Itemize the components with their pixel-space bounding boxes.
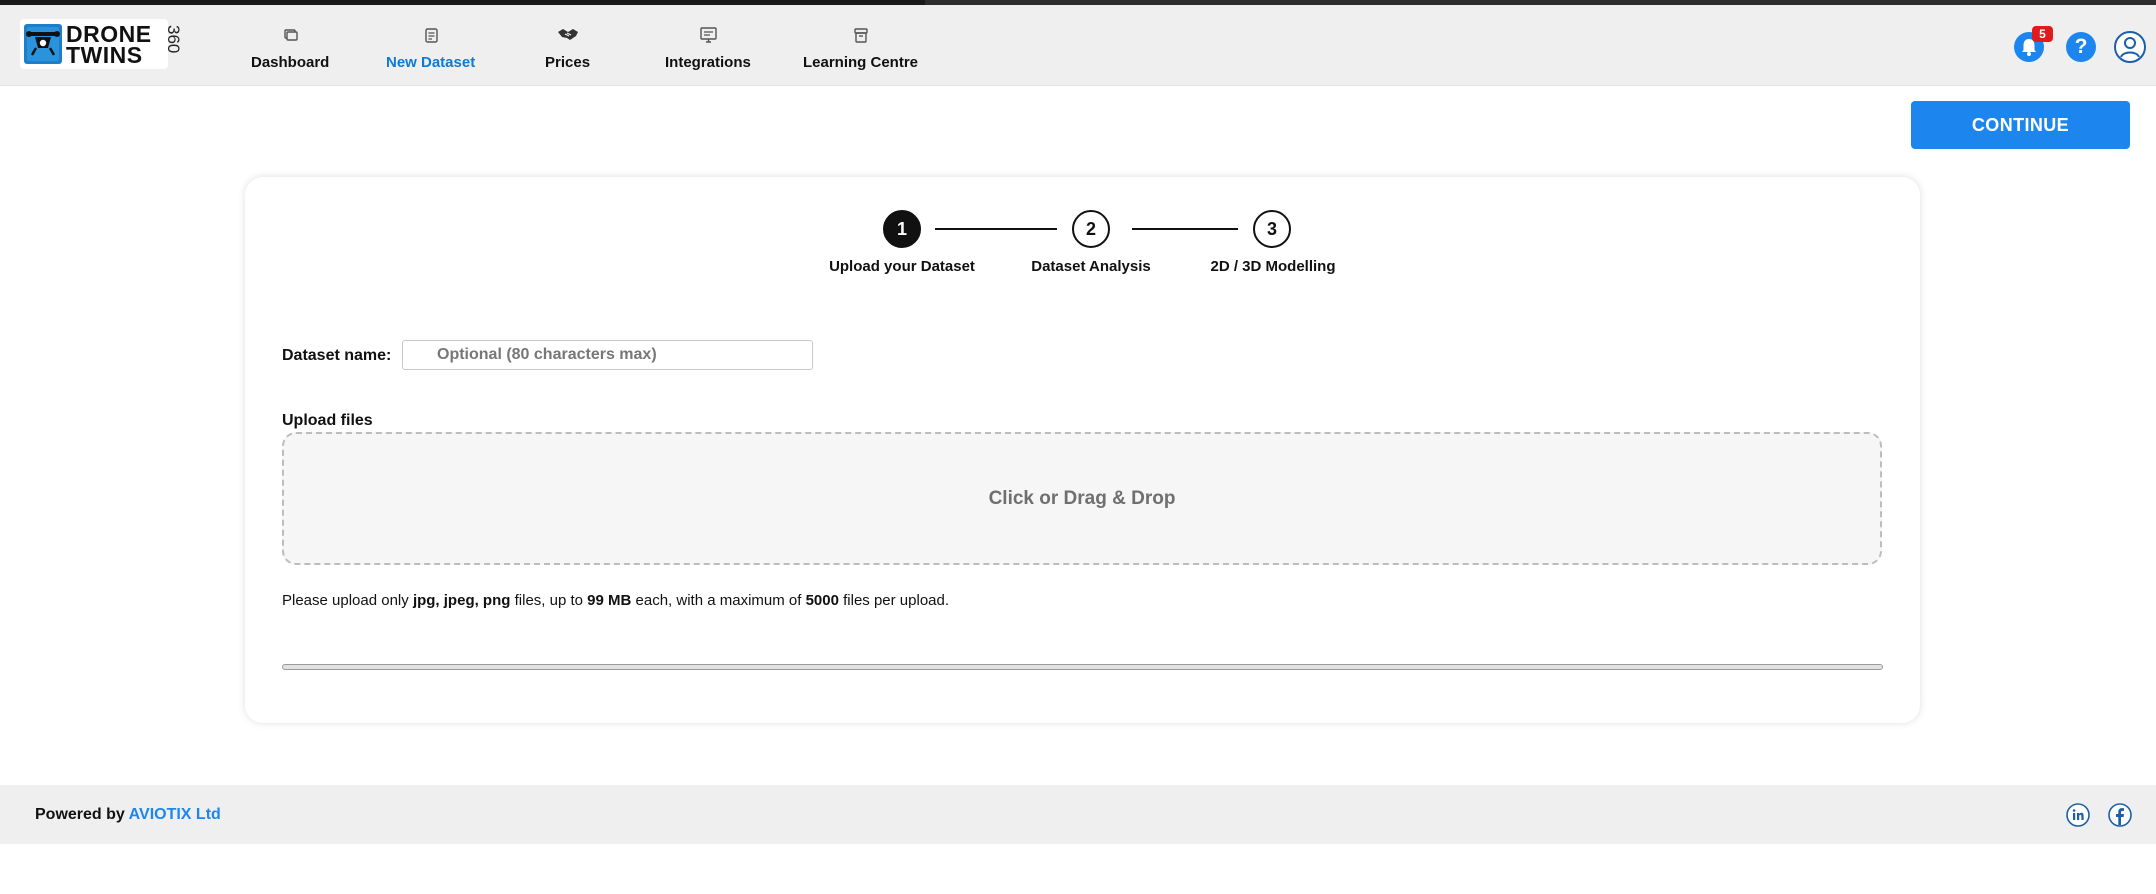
brand-suffix: 360 xyxy=(164,25,183,54)
company-link[interactable]: AVIOTIX Ltd xyxy=(129,806,221,823)
nav-item-integrations[interactable]: Integrations xyxy=(665,23,751,71)
user-avatar-icon[interactable] xyxy=(2114,31,2146,63)
question-mark-icon: ? xyxy=(2074,35,2088,58)
nav-item-prices[interactable]: Prices xyxy=(545,23,590,71)
monitor-icon xyxy=(700,27,717,43)
nav-label-prices: Prices xyxy=(545,54,591,71)
handshake-icon xyxy=(557,29,578,40)
step-1-indicator: 1 xyxy=(883,210,921,248)
dropzone-text: Click or Drag & Drop xyxy=(988,488,1176,509)
step-2-label: Dataset Analysis xyxy=(1031,258,1151,275)
archive-icon xyxy=(853,28,868,43)
help-button[interactable]: ? xyxy=(2066,32,2096,62)
file-dropzone[interactable]: Click or Drag & Drop xyxy=(282,432,1882,565)
upload-card: 1 2 3 Upload your Dataset Dataset Analys… xyxy=(245,177,1920,723)
facebook-icon[interactable] xyxy=(2108,803,2132,827)
dataset-name-input[interactable] xyxy=(402,340,813,370)
page-footer: Powered by AVIOTIX Ltd xyxy=(0,785,2156,844)
nav-item-learning-centre[interactable]: Learning Centre xyxy=(803,23,918,71)
step-1-label: Upload your Dataset xyxy=(829,258,975,275)
dashboard-icon xyxy=(284,29,298,41)
notification-count-badge: 5 xyxy=(2032,26,2053,42)
step-2-indicator: 2 xyxy=(1072,210,1110,248)
nav-item-dashboard[interactable]: Dashboard xyxy=(251,23,329,71)
nav-label-learning-centre: Learning Centre xyxy=(803,54,919,71)
powered-by-text: Powered by AVIOTIX Ltd xyxy=(35,806,221,823)
step-3-indicator: 3 xyxy=(1253,210,1291,248)
drone-logo-icon xyxy=(24,24,62,64)
nav-label-integrations: Integrations xyxy=(665,54,751,71)
dataset-name-label: Dataset name: xyxy=(282,347,392,364)
step-3-label: 2D / 3D Modelling xyxy=(1210,258,1336,275)
nav-label-new-dataset: New Dataset xyxy=(386,54,476,71)
linkedin-icon[interactable] xyxy=(2066,803,2090,827)
upload-progress-bar xyxy=(282,664,1883,670)
nav-label-dashboard: Dashboard xyxy=(251,54,330,71)
continue-button[interactable]: CONTINUE xyxy=(1911,101,2130,149)
upload-requirements-note: Please upload only jpg, jpeg, png files,… xyxy=(282,592,950,609)
stepper-connector xyxy=(1132,228,1238,230)
new-dataset-icon xyxy=(424,28,438,43)
top-navigation-bar: DRONE TWINS 360 Dashboard New Dataset Pr… xyxy=(0,5,2156,86)
brand-logo[interactable]: DRONE TWINS 360 xyxy=(20,19,183,69)
upload-files-label: Upload files xyxy=(282,412,373,429)
nav-item-new-dataset[interactable]: New Dataset xyxy=(386,23,475,71)
brand-name: DRONE TWINS xyxy=(66,21,152,68)
stepper-connector xyxy=(935,228,1057,230)
